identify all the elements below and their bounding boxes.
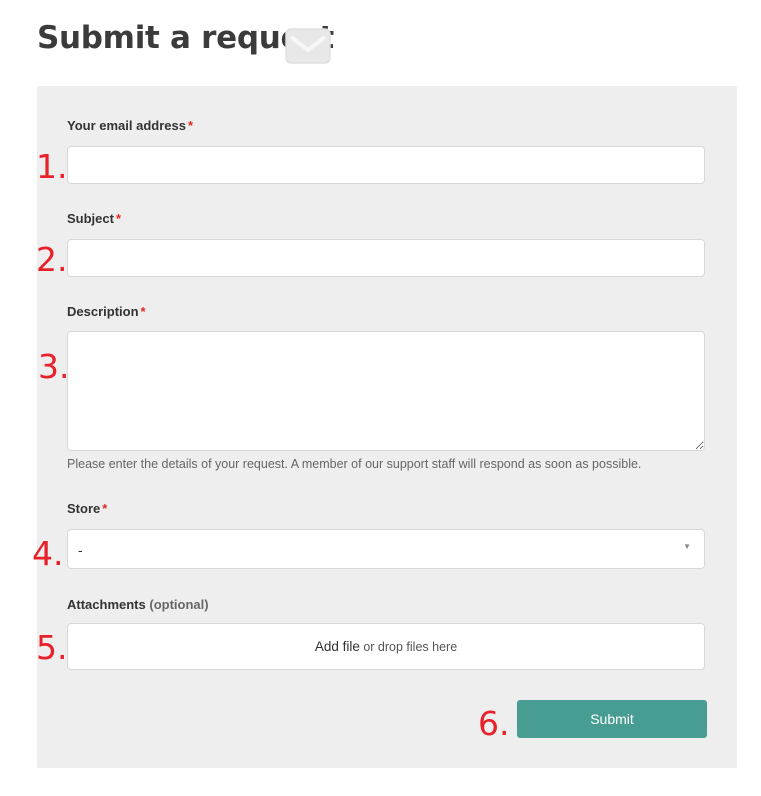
subject-label: Subject *	[67, 211, 121, 226]
description-label: Description *	[67, 304, 146, 319]
store-selected-value: -	[78, 542, 83, 558]
subject-field[interactable]	[67, 239, 705, 277]
store-label: Store *	[67, 501, 107, 516]
description-label-text: Description	[67, 304, 139, 319]
email-label-text: Your email address	[67, 118, 186, 133]
description-textarea[interactable]	[67, 331, 705, 451]
store-label-text: Store	[67, 501, 101, 516]
email-label: Your email address *	[67, 118, 193, 133]
required-marker: *	[102, 501, 108, 516]
store-select[interactable]: - ▼	[67, 529, 705, 569]
required-marker: *	[140, 304, 146, 319]
email-field[interactable]	[67, 146, 705, 184]
required-marker: *	[115, 211, 122, 226]
dropzone-text: Add file or drop files here	[68, 639, 704, 654]
subject-label-text: Subject	[67, 211, 114, 226]
annotation-2: 2.	[36, 240, 68, 279]
annotation-4: 4.	[32, 534, 64, 573]
required-marker: *	[187, 118, 194, 133]
drop-files-text: or drop files here	[363, 640, 458, 654]
attachment-dropzone[interactable]: Add file or drop files here	[67, 623, 705, 670]
annotation-6: 6.	[478, 704, 510, 743]
attachments-label-text: Attachments	[67, 597, 146, 612]
description-hint: Please enter the details of your request…	[67, 457, 642, 471]
attachments-label: Attachments (optional)	[67, 597, 209, 612]
chevron-down-icon: ▼	[683, 542, 691, 551]
annotation-1: 1.	[36, 147, 68, 186]
add-file-link[interactable]: Add file	[315, 639, 360, 654]
submit-button[interactable]: Submit	[517, 700, 707, 738]
annotation-3: 3.	[38, 347, 70, 386]
annotation-5: 5.	[36, 628, 68, 667]
envelope-icon	[285, 28, 331, 64]
optional-marker: (optional)	[149, 597, 209, 612]
